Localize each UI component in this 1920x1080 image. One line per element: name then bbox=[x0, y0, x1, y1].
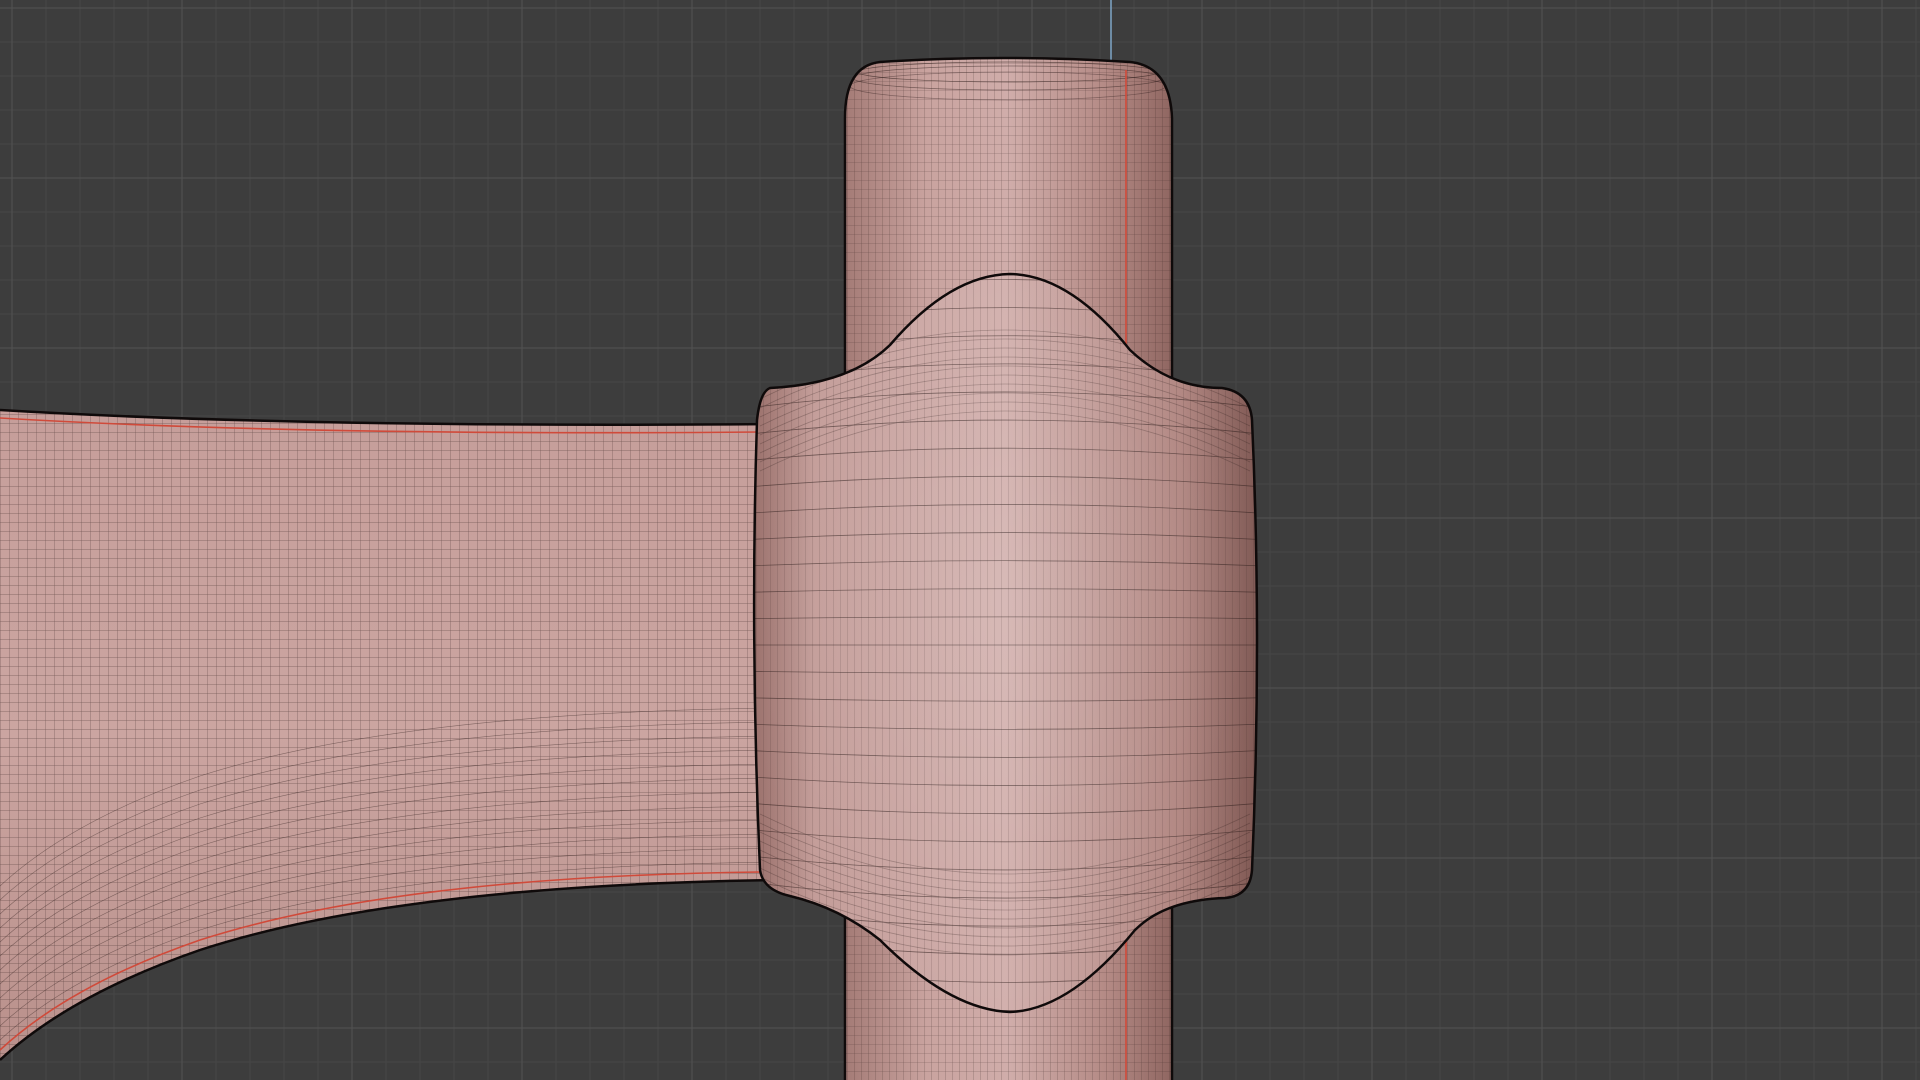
3d-viewport[interactable] bbox=[0, 0, 1920, 1080]
viewport-canvas[interactable] bbox=[0, 0, 1920, 1080]
